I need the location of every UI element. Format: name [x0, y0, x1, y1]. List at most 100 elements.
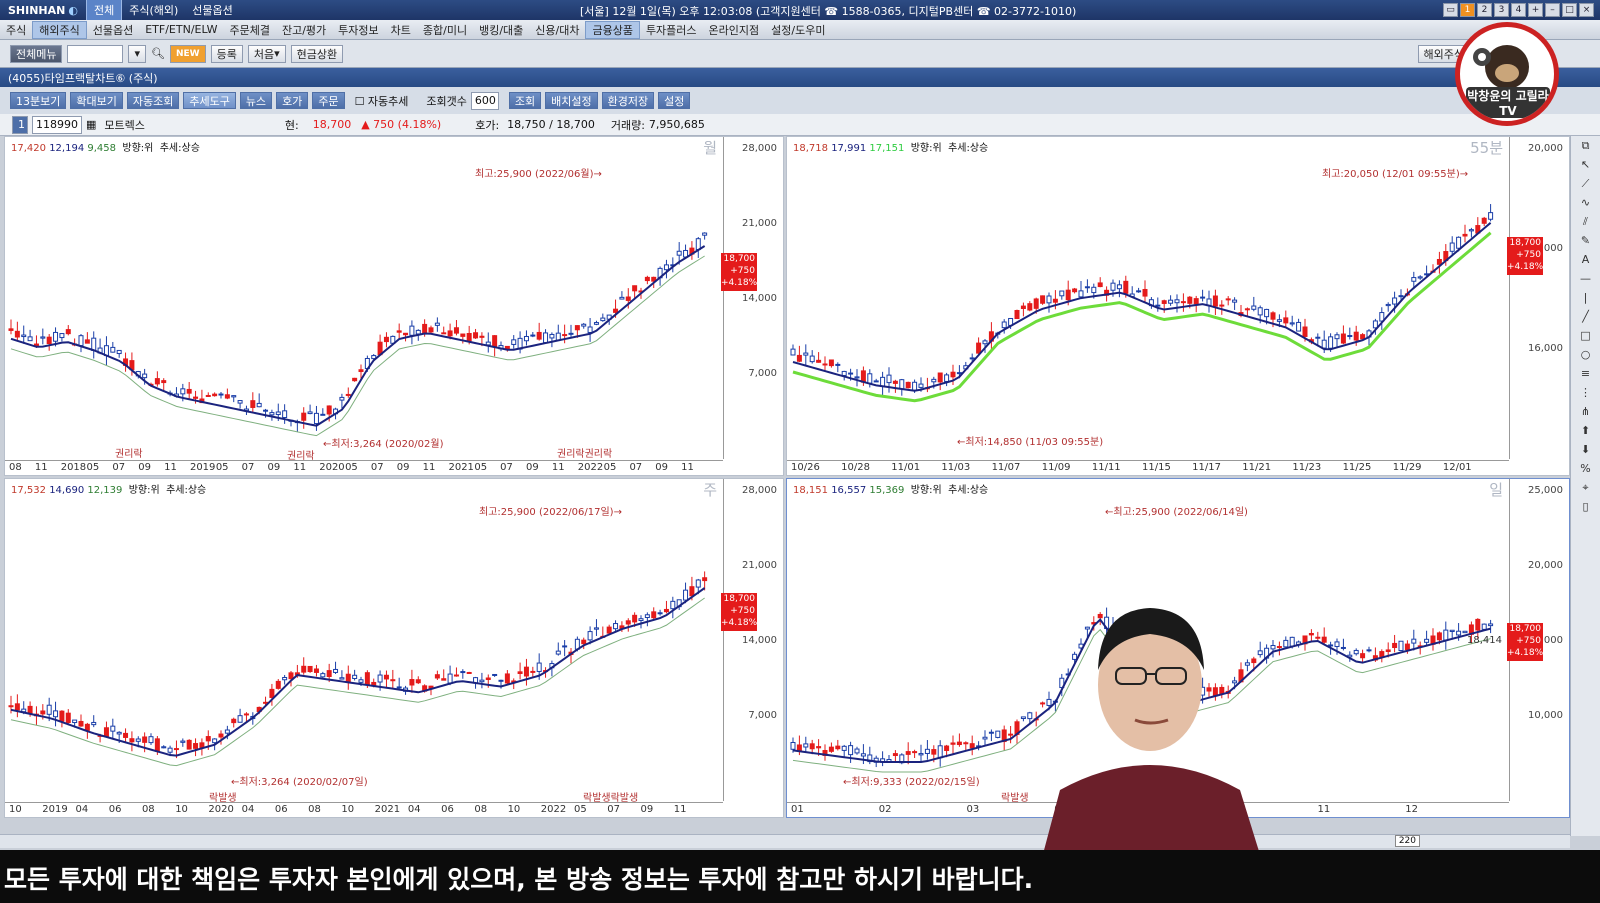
circle-icon[interactable]: ○ [1577, 348, 1595, 364]
expand-icon[interactable]: ⧉ [1577, 139, 1595, 155]
page-button-4[interactable]: 4 [1511, 3, 1526, 17]
code-search-icon[interactable]: ▦ [86, 118, 96, 131]
x-tick-label: 07 [500, 462, 513, 473]
link-number[interactable]: 1 [12, 115, 28, 134]
menu-invest-info[interactable]: 투자정보 [332, 22, 384, 38]
arrow-down-icon[interactable]: ⬇ [1577, 443, 1595, 459]
y-tick-label: 28,000 [742, 143, 777, 154]
page-button-2[interactable]: 2 [1477, 3, 1492, 17]
fib-icon[interactable]: ≡ [1577, 367, 1595, 383]
top-tab-stock-overseas[interactable]: 주식(해외) [122, 0, 185, 20]
zoom-view-button[interactable]: 확대보기 [70, 92, 123, 109]
query-button[interactable]: 조회 [508, 92, 542, 109]
candle-body [301, 412, 307, 421]
all-menu-button[interactable]: 전체메뉴 [10, 44, 63, 63]
vline-icon[interactable]: | [1577, 291, 1595, 307]
x-tick-label: 11 [293, 462, 307, 473]
hline-icon[interactable]: — [1577, 272, 1595, 288]
menu-futures[interactable]: 선물옵션 [87, 22, 139, 38]
trend-tool-button[interactable]: 추세도구 [183, 92, 236, 109]
menu-banking[interactable]: 뱅킹/대출 [473, 22, 529, 38]
chart-pane-55min[interactable]: 18,718 17,991 17,151 방향:위 추세:상승 55분 20,0… [786, 136, 1570, 476]
quote-button[interactable]: 호가 [276, 92, 309, 109]
menu-settings-help[interactable]: 설정/도우미 [765, 22, 831, 38]
maximize-icon[interactable]: □ [1562, 3, 1577, 17]
view-13min-button[interactable]: 13분보기 [10, 92, 67, 109]
candle-body [1155, 304, 1161, 307]
cursor-icon[interactable]: ↖ [1577, 158, 1595, 174]
candle-body [1283, 317, 1289, 324]
auto-trend-checkbox[interactable]: ☐ 자동추세 [355, 93, 409, 109]
menu-online-branch[interactable]: 온라인지점 [703, 22, 766, 38]
candle-body [479, 679, 485, 683]
top-tab-futures[interactable]: 선물옵션 [185, 0, 239, 20]
close-icon[interactable]: × [1579, 3, 1594, 17]
menu-balance[interactable]: 잔고/평가 [276, 22, 332, 38]
rect-icon[interactable]: □ [1577, 329, 1595, 345]
cash-repay-button[interactable]: 현금상환 [290, 44, 344, 63]
crosshair-icon[interactable]: ⌖ [1577, 481, 1595, 497]
candle-body [1315, 636, 1321, 639]
stock-code-input[interactable]: 118990 [32, 115, 82, 134]
top-title-bar: SHINHAN ◐ 전체 주식(해외) 선물옵션 [서울] 12월 1일(목) 오… [0, 0, 1600, 21]
line-icon[interactable]: ╱ [1577, 310, 1595, 326]
candle-body [1033, 298, 1039, 309]
zoom-value[interactable]: 220 [1394, 835, 1420, 847]
menu-stock[interactable]: 주식 [0, 22, 32, 38]
candle-body [644, 276, 650, 282]
save-env-button[interactable]: 환경저장 [601, 92, 655, 109]
order-button[interactable]: 주문 [312, 92, 345, 109]
toolbar: 전체메뉴 ▾ 🔍︎ NEW 등록 처음 ▾ 현금상환 해외주식 [0, 40, 1600, 68]
candle-body [892, 380, 898, 384]
chart-pane-weekly[interactable]: 17,532 14,690 12,139 방향:위 추세:상승 주 28,000… [4, 478, 784, 818]
trash-icon[interactable]: ▯ [1577, 500, 1595, 516]
page-button-1[interactable]: 1 [1460, 3, 1475, 17]
x-tick-label: 11 [551, 462, 565, 473]
wave-icon[interactable]: ∿ [1577, 196, 1595, 212]
page-button-3[interactable]: 3 [1494, 3, 1509, 17]
select-dropdown[interactable]: 처음 ▾ [247, 44, 286, 63]
candle-body [1001, 321, 1007, 329]
arrow-up-icon[interactable]: ⬆ [1577, 424, 1595, 440]
candlestick-plot[interactable] [5, 495, 725, 803]
dropdown-icon[interactable]: ▾ [128, 44, 147, 63]
candle-body [8, 705, 14, 708]
pencil-icon[interactable]: ✎ [1577, 234, 1595, 250]
top-tab-all[interactable]: 전체 [85, 0, 123, 21]
candlestick-plot[interactable] [5, 153, 725, 461]
settings-button[interactable]: 설정 [658, 92, 691, 109]
layout-button[interactable]: 배치설정 [545, 92, 598, 109]
candle-body [828, 359, 834, 367]
percent-icon[interactable]: % [1577, 462, 1595, 478]
candle-body [1424, 638, 1430, 643]
text-icon[interactable]: A [1577, 253, 1595, 269]
menu-financial-products[interactable]: 금융상품 [585, 20, 640, 39]
candlestick-plot[interactable] [787, 153, 1511, 461]
trendline-icon[interactable]: ⟋ [1577, 177, 1595, 193]
chart-pane-monthly[interactable]: 17,420 12,194 9,458 방향:위 추세:상승 월 28,000 2… [4, 136, 784, 476]
new-badge[interactable]: NEW [169, 44, 206, 63]
candle-body [46, 704, 52, 715]
menu-mini[interactable]: 종합/미니 [417, 22, 473, 38]
auto-query-button[interactable]: 자동조회 [126, 92, 180, 109]
menu-overseas-stock[interactable]: 해외주식 [32, 20, 87, 39]
news-button[interactable]: 뉴스 [239, 92, 273, 109]
menu-etf[interactable]: ETF/ETN/ELW [139, 23, 223, 36]
search-icon[interactable]: 🔍︎ [151, 47, 165, 60]
minimize-icon[interactable]: – [1545, 3, 1560, 17]
count-input[interactable]: 600 [470, 91, 499, 110]
x-tick-label: 11/25 [1342, 462, 1372, 473]
plus-icon[interactable]: + [1528, 3, 1543, 17]
menu-search-input[interactable] [67, 44, 124, 63]
menu-invest-plus[interactable]: 투자플러스 [640, 22, 703, 38]
grid-icon[interactable]: ⋮ [1577, 386, 1595, 402]
menu-credit[interactable]: 신용/대차 [529, 22, 585, 38]
fork-icon[interactable]: ⋔ [1577, 405, 1595, 421]
register-button[interactable]: 등록 [210, 44, 243, 63]
menu-chart[interactable]: 차트 [385, 22, 417, 38]
candle-body [1449, 629, 1455, 633]
channel-icon[interactable]: ⫽ [1577, 215, 1595, 231]
monitor-icon[interactable]: ▭ [1443, 3, 1458, 17]
candle-body [14, 330, 20, 338]
menu-order[interactable]: 주문체결 [223, 22, 275, 38]
